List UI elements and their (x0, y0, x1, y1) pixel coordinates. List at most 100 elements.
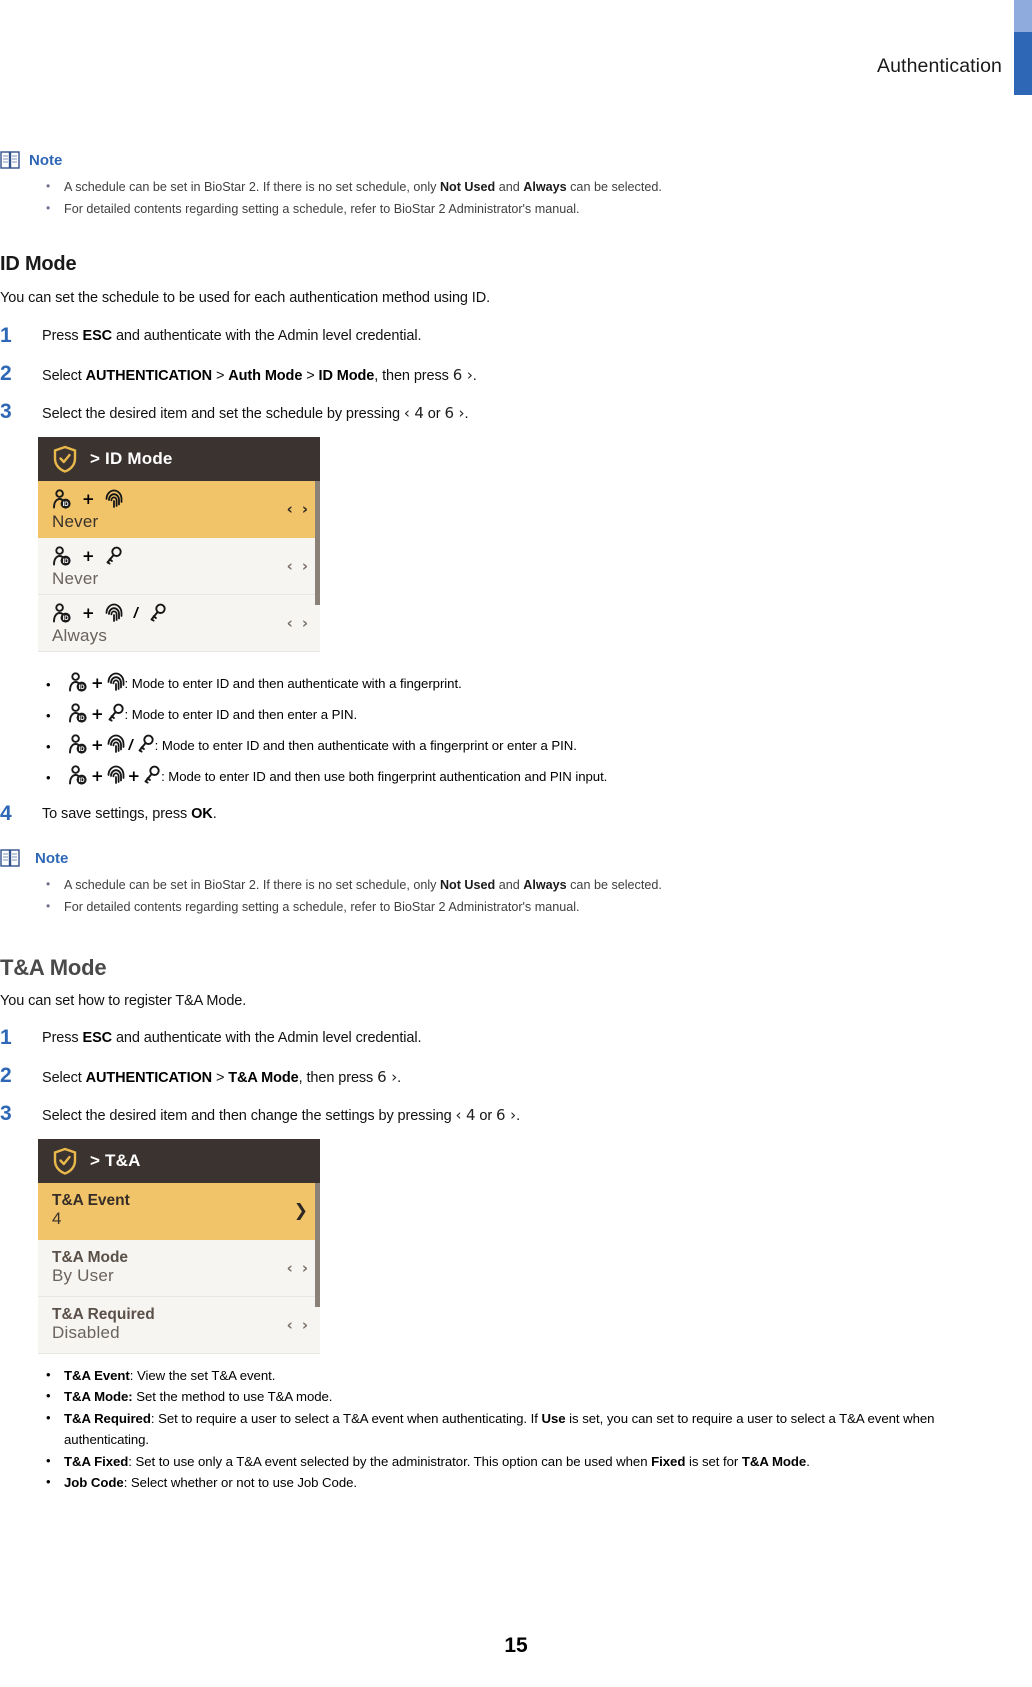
user-id-icon: ID (68, 672, 88, 692)
device-screenshot-ta-mode: > T&A T&A Event 4 ❯ T&A Mode By User ‹ › T&A Re… (38, 1139, 320, 1354)
chevron-right-icon[interactable]: ❯ (294, 1201, 308, 1221)
svg-text:ID: ID (79, 747, 86, 753)
chevron-right-icon[interactable]: › (302, 500, 308, 518)
device-list-row[interactable]: ID + Never ‹ › (38, 538, 320, 595)
device-list-row[interactable]: T&A Required Disabled ‹ › (38, 1297, 320, 1354)
step-id-1: 1 Press ESC and authenticate with the Ad… (0, 324, 422, 350)
step-number: 1 (0, 1026, 12, 1049)
note-label: Note (29, 151, 63, 169)
section-title-ta-mode: T&A Mode (0, 955, 107, 980)
step-text: Select AUTHENTICATION > Auth Mode > ID M… (42, 366, 477, 384)
chevron-right-icon[interactable]: › (302, 557, 308, 575)
user-id-icon: ID (68, 703, 88, 723)
svg-text:ID: ID (79, 685, 86, 691)
key-icon (137, 734, 155, 754)
device-list-row[interactable]: T&A Mode By User ‹ › (38, 1240, 320, 1297)
svg-text:ID: ID (63, 559, 70, 565)
book-note-icon (0, 848, 22, 868)
device-scrollbar[interactable] (315, 481, 320, 605)
fingerprint-icon (107, 734, 125, 754)
section-description-ta-mode: You can set how to register T&A Mode. (0, 993, 247, 1009)
fingerprint-icon (105, 603, 123, 623)
row-arrow-controls[interactable]: ‹ › (287, 1316, 308, 1334)
step-id-3: 3 Select the desired item and set the sc… (0, 400, 469, 426)
note-header: Note (0, 150, 1032, 170)
ta-mode-option-item: Job Code: Select whether or not to use J… (0, 1471, 1000, 1493)
plus-symbol: + (91, 704, 104, 723)
chevron-left-icon[interactable]: ‹ (287, 614, 293, 632)
id-mode-combination-item: ID + /: Mode to enter ID and then authenti… (0, 730, 607, 762)
ta-mode-option-item: T&A Required: Set to require a user to s… (0, 1407, 1000, 1451)
row-icon-group: ID + (52, 543, 320, 569)
row-label: T&A Mode (52, 1249, 129, 1267)
row-value: Never (52, 569, 99, 589)
step-number: 3 (0, 1102, 12, 1125)
device-title-bar: > T&A (38, 1139, 320, 1183)
note-block-bottom: Note A schedule can be set in BioStar 2.… (0, 848, 1032, 918)
plus-symbol: + (82, 604, 95, 623)
plus-symbol: + (127, 767, 141, 786)
step-text: Press ESC and authenticate with the Admi… (42, 1030, 422, 1046)
svg-text:ID: ID (79, 716, 86, 722)
row-value: Always (52, 626, 108, 646)
id-mode-combination-list: ID + : Mode to enter ID and then authentic… (0, 668, 607, 792)
row-label: T&A Event (52, 1192, 130, 1210)
id-mode-combination-item: ID + +: Mode to enter ID and then use both… (0, 761, 607, 792)
step-number: 3 (0, 400, 12, 423)
row-value: 4 (52, 1209, 62, 1229)
plus-symbol: + (91, 674, 104, 692)
combination-description: : Mode to enter ID and then authenticate… (124, 676, 462, 691)
device-scrollbar[interactable] (315, 1183, 320, 1307)
row-arrow-controls[interactable]: ‹ › (287, 500, 308, 518)
row-arrow-controls[interactable]: ❯ (294, 1201, 308, 1221)
row-arrow-controls[interactable]: ‹ › (287, 557, 308, 575)
key-icon (143, 765, 161, 785)
chevron-left-icon[interactable]: ‹ (287, 557, 293, 575)
id-mode-combination-item: ID + : Mode to enter ID and then authentic… (0, 668, 607, 699)
ta-mode-option-item: T&A Event: View the set T&A event. (0, 1364, 1000, 1386)
row-arrow-controls[interactable]: ‹ › (287, 614, 308, 632)
chevron-right-icon[interactable]: › (302, 614, 308, 632)
section-title-id-mode: ID Mode (0, 253, 77, 275)
note-list-item: A schedule can be set in BioStar 2. If t… (0, 874, 1032, 896)
step-text: To save settings, press OK. (42, 806, 217, 822)
step-text: Select the desired item and then change … (42, 1106, 520, 1124)
step-number: 2 (0, 362, 12, 385)
chevron-left-icon[interactable]: ‹ (287, 1316, 293, 1334)
note-block-top: Note A schedule can be set in BioStar 2.… (0, 150, 1032, 220)
book-note-icon (0, 150, 22, 170)
combination-description: : Mode to enter ID and then use both fin… (161, 769, 608, 785)
user-id-icon: ID (52, 603, 72, 623)
device-title-text: > T&A (90, 1151, 141, 1170)
step-number: 1 (0, 324, 12, 347)
row-value: By User (52, 1266, 114, 1286)
row-value: Disabled (52, 1323, 120, 1343)
step-number: 2 (0, 1064, 12, 1087)
device-list-row[interactable]: ID + Never ‹ › (38, 481, 320, 538)
plus-symbol: + (91, 735, 104, 754)
step-text: Select the desired item and set the sche… (42, 404, 469, 422)
device-list-row[interactable]: T&A Event 4 ❯ (38, 1183, 320, 1240)
fingerprint-icon (105, 489, 123, 509)
row-icon-group: ID + (52, 486, 320, 512)
chevron-left-icon[interactable]: ‹ (287, 1259, 293, 1277)
chevron-right-icon[interactable]: › (302, 1316, 308, 1334)
key-icon (107, 703, 125, 723)
step-text: Press ESC and authenticate with the Admi… (42, 328, 422, 344)
device-title-text: > ID Mode (90, 449, 173, 468)
ta-mode-option-list: T&A Event: View the set T&A event.T&A Mo… (0, 1364, 1000, 1493)
step-text: Select AUTHENTICATION > T&A Mode, then p… (42, 1068, 402, 1086)
chevron-right-icon[interactable]: › (302, 1259, 308, 1277)
device-list-row[interactable]: ID + / Always ‹ › (38, 595, 320, 652)
plus-symbol: + (82, 490, 95, 509)
chevron-left-icon[interactable]: ‹ (287, 500, 293, 518)
note-list-item: For detailed contents regarding setting … (0, 198, 1032, 220)
step-number: 4 (0, 802, 12, 825)
page-header: Authentication (0, 0, 1032, 100)
row-arrow-controls[interactable]: ‹ › (287, 1259, 308, 1277)
note-label: Note (35, 849, 69, 867)
fingerprint-icon (107, 672, 125, 692)
ta-mode-option-item: T&A Mode: Set the method to use T&A mode… (0, 1385, 1000, 1407)
user-id-icon: ID (52, 546, 72, 566)
key-icon (149, 603, 167, 623)
